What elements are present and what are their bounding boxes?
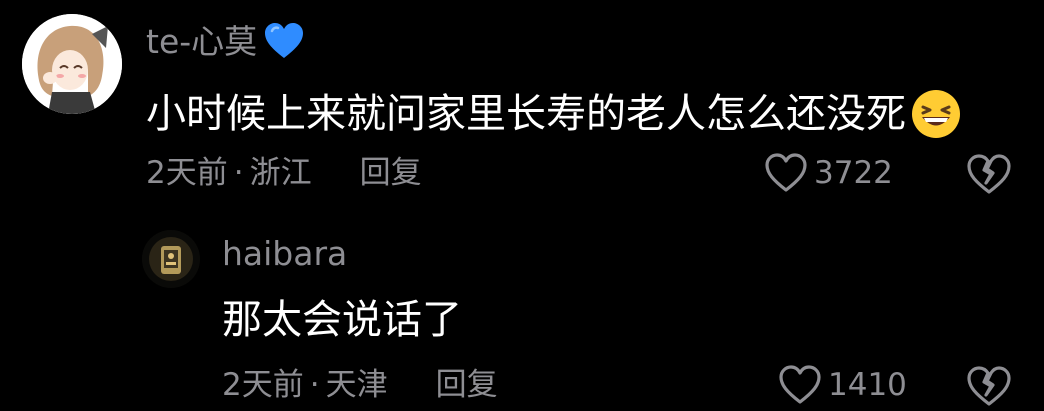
grinning-squinting-face-emoji [910,88,962,140]
dislike-button[interactable] [966,365,1012,407]
broken-heart-icon [967,366,1011,406]
avatar-image [22,14,122,114]
avatar[interactable] [22,14,122,114]
broken-heart-icon [967,154,1011,194]
meta-separator: · [233,155,244,191]
comment-meta: 2天前 · 天津 回复 [222,370,498,401]
comment-time: 2天前 [146,155,228,191]
comment-text: 小时候上来就问家里长寿的老人怎么还没死 [146,88,962,140]
comment-body: 小时候上来就问家里长寿的老人怎么还没死 [146,91,906,137]
username[interactable]: haibara [222,237,347,270]
avatar[interactable] [142,230,200,288]
username-text: haibara [222,234,348,273]
like-count: 1410 [828,366,907,403]
dislike-button[interactable] [966,153,1012,195]
reply-button[interactable]: 回复 [436,370,498,401]
comment-body: 那太会说话了 [222,297,462,343]
comment-location: 浙江 [249,155,312,191]
comment-meta: 2天前 · 浙江 回复 [146,158,422,189]
heart-outline-icon [779,365,821,404]
like-button[interactable]: 1410 [778,365,907,405]
reply-item: haibara 那太会说话了 2天前 · 天津 回复 1410 [0,210,1044,409]
reply-button[interactable]: 回复 [360,158,422,189]
comment-time: 2天前 [222,367,304,403]
like-button[interactable]: 3722 [764,153,893,193]
comment-item: te-心莫 小时候上来就问家里长寿的老人怎么还没死 2天前 · 浙江 回复 37… [0,0,1044,210]
heart-outline-icon [765,153,807,192]
meta-separator: · [309,367,320,403]
like-count: 3722 [814,154,893,191]
comment-location: 天津 [325,367,388,403]
username-text: te-心莫 [146,21,258,61]
username[interactable]: te-心莫 [146,22,305,60]
blue-heart-icon [263,22,305,60]
avatar-image [142,230,200,288]
comment-text: 那太会说话了 [222,300,462,340]
